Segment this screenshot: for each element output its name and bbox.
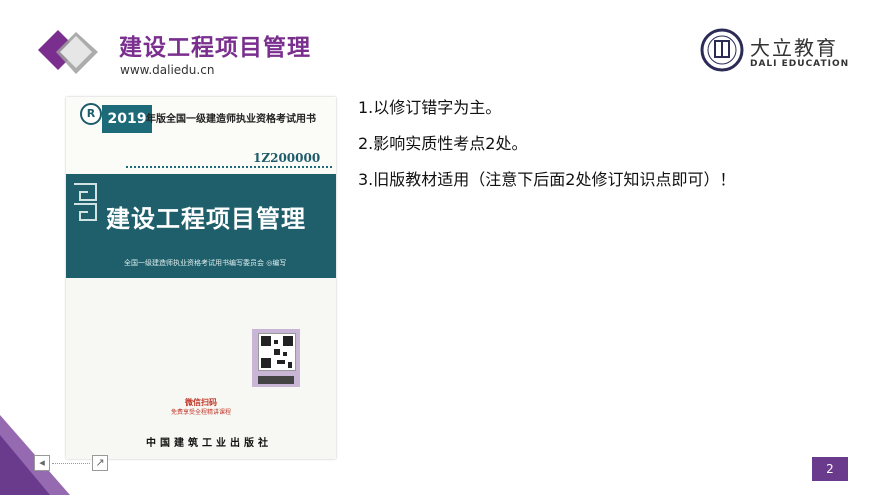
slide-title: 建设工程项目管理 <box>119 35 311 61</box>
prev-slide-button[interactable]: ◂ <box>34 455 50 471</box>
book-title-band: 建设工程项目管理 全国一级建造师执业资格考试用书编写委员会 ◎编写 <box>66 174 336 278</box>
registered-logo-icon: R <box>80 103 102 125</box>
next-slide-button[interactable]: ↗ <box>92 455 108 471</box>
dotted-divider <box>126 166 332 168</box>
list-item: 3.旧版教材适用（注意下后面2处修订知识点即可）！ <box>358 170 736 189</box>
seal-icon <box>700 28 744 72</box>
qr-label-strip <box>258 376 294 384</box>
site-url: www.daliedu.cn <box>120 63 215 77</box>
book-publisher: 中国建筑工业出版社 <box>146 438 272 449</box>
brand-name: 大立教育 <box>750 36 838 60</box>
book-year: 2019 <box>102 105 152 133</box>
brand-english: DALI EDUCATION <box>750 59 850 69</box>
page-number-badge: 2 <box>812 457 848 481</box>
key-points-list: 1.以修订错字为主。 2.影响实质性考点2处。 3.旧版教材适用（注意下后面2处… <box>358 94 735 202</box>
book-cover-image: R 2019 年版全国一级建造师执业资格考试用书 1Z200000 建设工程项目… <box>66 97 336 459</box>
book-editor: 全国一级建造师执业资格考试用书编写委员会 ◎编写 <box>124 259 287 267</box>
book-code: 1Z200000 <box>253 151 321 165</box>
book-series: 年版全国一级建造师执业资格考试用书 <box>146 114 316 125</box>
wechat-sub-text: 免费享受全程精讲课程 <box>170 409 231 416</box>
nav-dotted-line <box>52 463 90 464</box>
slide: 建设工程项目管理 www.daliedu.cn 大立教育 DALI EDUCAT… <box>0 0 874 495</box>
book-title: 建设工程项目管理 <box>106 205 306 233</box>
fret-pattern-icon <box>74 183 97 221</box>
list-item: 2.影响实质性考点2处。 <box>358 134 528 153</box>
list-item: 1.以修订错字为主。 <box>358 98 502 117</box>
diamond-logo-icon <box>38 30 98 74</box>
brand-logo: 大立教育 DALI EDUCATION <box>700 28 850 74</box>
qr-code-icon <box>258 333 296 371</box>
